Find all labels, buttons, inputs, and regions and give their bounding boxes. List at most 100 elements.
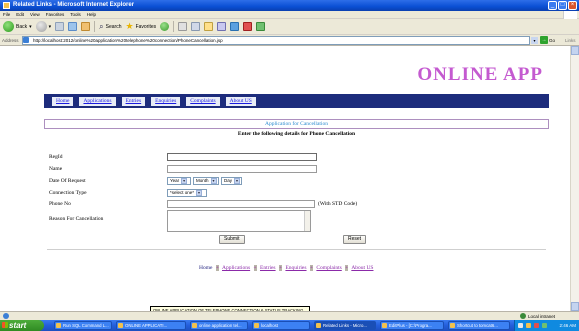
top-nav: Home Applications Entries Enquiries Comp…	[52, 97, 256, 106]
regid-field[interactable]	[167, 153, 317, 161]
print-icon[interactable]	[191, 22, 201, 31]
nav-home[interactable]: Home	[52, 97, 74, 106]
footer-complaints[interactable]: Complaints	[316, 265, 341, 271]
chevron-down-icon: ▼	[196, 190, 203, 196]
back-label: Back	[16, 23, 28, 30]
phone-field[interactable]	[167, 200, 315, 208]
start-button[interactable]: start	[0, 320, 44, 331]
day-select[interactable]: Day ▼	[221, 177, 242, 185]
app-icon	[56, 323, 61, 328]
tools-icon[interactable]	[256, 22, 266, 31]
taskbar-item-active[interactable]: Related Links - Micro...	[314, 321, 376, 330]
maximize-button[interactable]: □	[558, 1, 567, 10]
form-heading: Application for Cancellation	[44, 119, 549, 129]
links-label[interactable]: Links	[565, 38, 576, 43]
taskbar-item[interactable]: Shortcut to tomcat6...	[448, 321, 510, 330]
month-value: Month	[196, 178, 209, 183]
ie-icon	[3, 2, 10, 9]
address-input[interactable]: http://localhost:2012/online%20applicati…	[22, 36, 530, 45]
chevron-down-icon: ▼	[181, 178, 188, 184]
security-zone: Local intranet	[520, 313, 555, 319]
scroll-up-icon[interactable]	[571, 46, 579, 55]
research-icon[interactable]	[243, 22, 253, 31]
go-button[interactable]: → Go	[540, 36, 555, 44]
history-icon[interactable]	[160, 22, 170, 31]
menu-help[interactable]: Help	[87, 12, 96, 17]
mail-icon[interactable]	[178, 22, 188, 31]
page-scrollbar[interactable]	[570, 46, 579, 311]
chevron-down-icon: ▼	[210, 178, 217, 184]
back-button[interactable]: Back ▾	[3, 21, 32, 32]
nav-about-us[interactable]: About US	[225, 97, 256, 106]
footer-separator: +	[215, 265, 219, 271]
taskbar-item[interactable]: ONLINE APPLICATI...	[116, 321, 186, 330]
taskbar: start Run SQL Command L... ONLINE APPLIC…	[0, 320, 579, 331]
footer-separator: +	[345, 265, 349, 271]
tray-app-icon[interactable]	[542, 323, 547, 328]
app-icon	[118, 323, 123, 328]
menu-favorites[interactable]: Favorites	[46, 12, 65, 17]
footer-applications[interactable]: Applications	[222, 265, 250, 271]
home-icon[interactable]	[81, 22, 91, 31]
year-value: Year	[170, 178, 180, 183]
taskbar-item[interactable]: localhost	[252, 321, 310, 330]
favorites-label: Favorites	[135, 23, 157, 30]
discuss-icon[interactable]	[217, 22, 227, 31]
scroll-down-icon[interactable]	[571, 302, 579, 311]
year-select[interactable]: Year ▼	[167, 177, 191, 185]
regid-label: RegId	[49, 154, 63, 160]
submit-button[interactable]: Submit	[219, 235, 245, 244]
windows-flag-icon	[2, 322, 8, 328]
page-icon	[23, 37, 29, 43]
date-label: Date Of Request	[49, 178, 86, 184]
search-icon: ⌕	[99, 21, 104, 31]
footer-enquiries[interactable]: Enquiries	[285, 265, 306, 271]
star-icon: ★	[125, 21, 134, 31]
minimize-button[interactable]: _	[548, 1, 557, 10]
month-select[interactable]: Month ▼	[193, 177, 219, 185]
messenger-icon[interactable]	[230, 22, 240, 31]
textarea-scrollbar[interactable]	[304, 211, 310, 231]
connection-type-select[interactable]: *select one* ▼	[167, 189, 207, 197]
edit-icon[interactable]	[204, 22, 214, 31]
footer-about-us[interactable]: About US	[351, 265, 373, 271]
footer-home[interactable]: Home	[199, 265, 212, 271]
browser-toolbar: Back ▾ ▾ ⌕ Search ★ Favorites	[0, 19, 579, 35]
refresh-icon[interactable]	[68, 22, 78, 31]
menu-tools[interactable]: Tools	[70, 12, 81, 17]
site-header: ONLINE APP Home Applications Entries Enq…	[44, 60, 549, 112]
nav-applications[interactable]: Applications	[79, 97, 116, 106]
phone-label: Phone No	[49, 201, 71, 207]
search-button[interactable]: ⌕ Search	[99, 22, 121, 32]
reset-button[interactable]: Reset	[343, 235, 367, 244]
nav-enquiries[interactable]: Enquiries	[151, 97, 181, 106]
volume-icon[interactable]	[526, 323, 531, 328]
stop-icon[interactable]	[55, 22, 65, 31]
menu-file[interactable]: File	[3, 12, 10, 17]
search-label: Search	[105, 23, 122, 30]
connection-type-label: Connection Type	[49, 190, 87, 196]
taskbar-item[interactable]: Run SQL Command L...	[54, 321, 112, 330]
footer-entries[interactable]: Entries	[260, 265, 276, 271]
system-tray: 2:46 AM	[514, 320, 579, 331]
close-button[interactable]: ×	[568, 1, 577, 10]
nav-entries[interactable]: Entries	[121, 97, 146, 106]
reason-textarea[interactable]	[167, 210, 311, 232]
forward-button[interactable]: ▾	[35, 21, 51, 32]
favorites-button[interactable]: ★ Favorites	[125, 21, 156, 32]
network-icon[interactable]	[518, 323, 523, 328]
address-dropdown-icon[interactable]: ▾	[531, 37, 538, 44]
security-icon[interactable]	[534, 323, 539, 328]
connection-type-value: *select one*	[170, 190, 195, 195]
chevron-down-icon: ▾	[29, 23, 32, 30]
window-titlebar: Related Links - Microsoft Internet Explo…	[0, 0, 579, 11]
address-label: Address	[2, 38, 19, 43]
taskbar-item[interactable]: online application tel...	[190, 321, 248, 330]
menu-view[interactable]: View	[30, 12, 40, 17]
folder-icon	[192, 323, 197, 328]
forward-arrow-icon	[35, 21, 47, 32]
taskbar-item[interactable]: EditPlus - [C:\Progra...	[380, 321, 444, 330]
menu-edit[interactable]: Edit	[16, 12, 24, 17]
nav-complaints[interactable]: Complaints	[186, 97, 220, 106]
name-field[interactable]	[167, 165, 317, 173]
